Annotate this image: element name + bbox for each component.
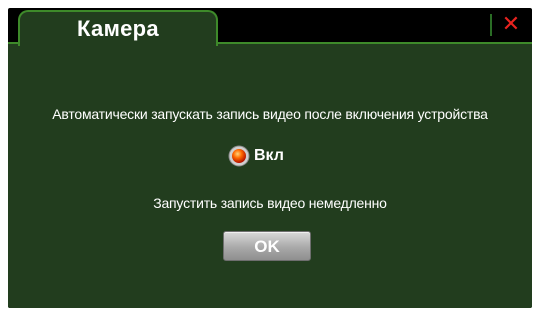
- radio-label: Вкл: [254, 147, 284, 164]
- window-title: Камера: [77, 16, 159, 41]
- dialog-body: Автоматически запускать запись видео пос…: [8, 42, 532, 308]
- ok-button[interactable]: OK: [223, 231, 311, 261]
- close-divider: [490, 14, 492, 36]
- close-area: ✕: [484, 8, 532, 42]
- tab-camera: Камера: [18, 10, 218, 46]
- question-text: Автоматически запускать запись видео пос…: [52, 106, 488, 122]
- camera-dialog: Камера ✕ Автоматически запускать запись …: [8, 8, 532, 308]
- subtitle-text: Запустить запись видео немедленно: [153, 195, 387, 211]
- close-icon[interactable]: ✕: [498, 11, 524, 37]
- radio-selected-icon[interactable]: [228, 145, 250, 167]
- autostart-option[interactable]: Вкл: [228, 144, 284, 168]
